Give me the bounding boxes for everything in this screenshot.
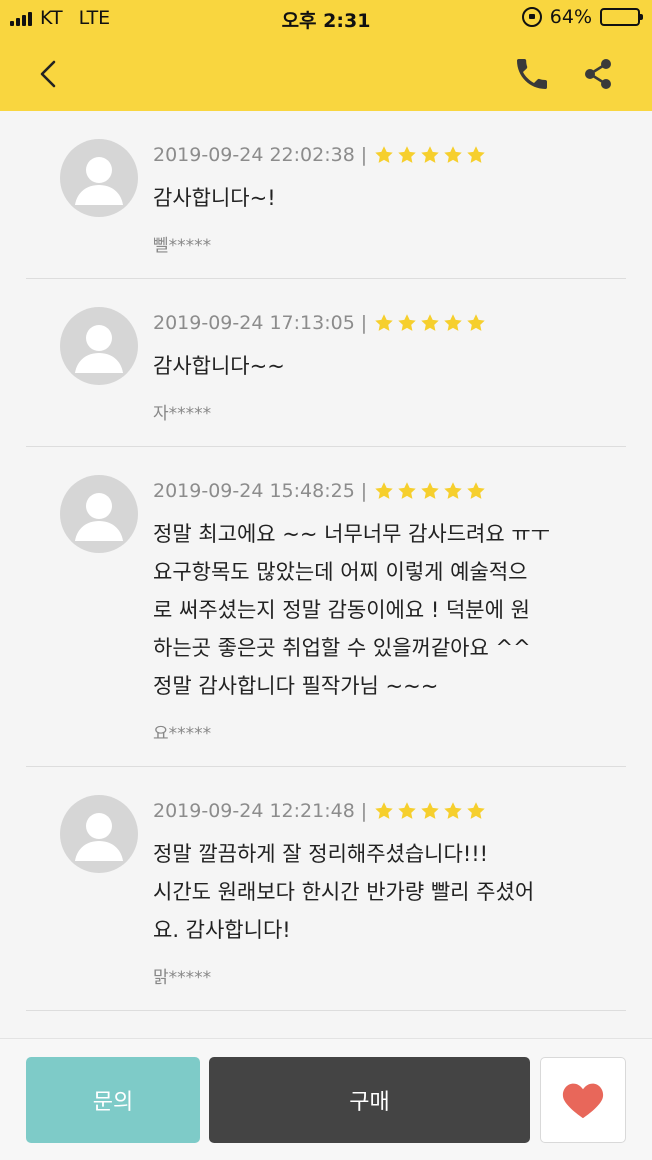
star-rating bbox=[373, 144, 487, 166]
review-item: 2019-09-24 12:21:48 | 정말 깔끔하게 잘 정리해주셨습니다!!… bbox=[26, 767, 626, 1011]
review-author: 자***** bbox=[153, 404, 212, 424]
review-text: 감사합니다~~ bbox=[153, 354, 285, 378]
review-item: 2019-09-24 22:02:38 | 감사합니다~! 뻴***** bbox=[26, 111, 626, 279]
star-icon bbox=[467, 314, 485, 331]
review-list: 2019-09-24 22:02:38 | 감사합니다~! 뻴***** 2019-09… bbox=[0, 111, 652, 1011]
chevron-left-icon bbox=[40, 60, 56, 88]
star-rating bbox=[373, 480, 487, 502]
meta-separator: | bbox=[360, 480, 368, 502]
user-placeholder-icon bbox=[75, 157, 123, 205]
app-bar bbox=[0, 36, 652, 111]
star-icon bbox=[398, 802, 416, 819]
share-icon bbox=[585, 59, 611, 89]
review-text: 정말 최고에요 ~~ 너무너무 감사드려요 ㅠㅜ 요구항목도 많았는데 어찌 이… bbox=[153, 522, 551, 698]
review-author: 맑***** bbox=[153, 968, 212, 988]
review-author: 요***** bbox=[153, 724, 212, 744]
star-icon bbox=[375, 146, 393, 163]
back-button[interactable] bbox=[30, 54, 70, 94]
inquiry-button[interactable]: 문의 bbox=[26, 1057, 200, 1143]
user-placeholder-icon bbox=[75, 813, 123, 861]
avatar bbox=[60, 307, 138, 385]
star-icon bbox=[444, 146, 462, 163]
star-icon bbox=[467, 802, 485, 819]
review-text: 정말 깔끔하게 잘 정리해주셨습니다!!! 시간도 원래보다 한시간 반가량 빨… bbox=[153, 842, 535, 942]
star-icon bbox=[444, 482, 462, 499]
review-datetime: 2019-09-24 22:02:38 bbox=[153, 144, 355, 166]
star-icon bbox=[421, 482, 439, 499]
rotation-lock-icon bbox=[521, 7, 542, 27]
avatar bbox=[60, 139, 138, 217]
battery-icon bbox=[600, 8, 643, 26]
star-icon bbox=[444, 802, 462, 819]
review-item: 2019-09-24 17:13:05 | 감사합니다~~ 자***** bbox=[26, 279, 626, 447]
review-item: 2019-09-24 15:48:25 | 정말 최고에요 ~~ 너무너무 감사드려… bbox=[26, 447, 626, 767]
star-icon bbox=[398, 314, 416, 331]
avatar bbox=[60, 795, 138, 873]
user-placeholder-icon bbox=[75, 493, 123, 541]
call-button[interactable] bbox=[512, 54, 552, 94]
review-text: 감사합니다~! bbox=[153, 186, 276, 210]
share-button[interactable] bbox=[580, 54, 616, 94]
star-icon bbox=[398, 146, 416, 163]
heart-icon bbox=[562, 1083, 604, 1119]
star-icon bbox=[398, 482, 416, 499]
star-rating bbox=[373, 312, 487, 334]
meta-separator: | bbox=[360, 144, 368, 166]
star-icon bbox=[421, 314, 439, 331]
star-icon bbox=[467, 146, 485, 163]
star-icon bbox=[375, 314, 393, 331]
buy-button-label: 구매 bbox=[349, 1090, 390, 1115]
buy-button[interactable]: 구매 bbox=[209, 1057, 530, 1143]
star-icon bbox=[421, 802, 439, 819]
review-datetime: 2019-09-24 17:13:05 bbox=[153, 312, 355, 334]
star-icon bbox=[421, 146, 439, 163]
user-placeholder-icon bbox=[75, 325, 123, 373]
star-icon bbox=[375, 482, 393, 499]
status-bar: KT LTE 오후 2:31 64% bbox=[0, 0, 652, 36]
star-icon bbox=[467, 482, 485, 499]
review-author: 뻴***** bbox=[153, 236, 212, 256]
avatar bbox=[60, 475, 138, 553]
review-datetime: 2019-09-24 15:48:25 bbox=[153, 480, 355, 502]
battery-percent: 64% bbox=[549, 6, 592, 28]
phone-icon bbox=[517, 59, 547, 89]
star-icon bbox=[375, 802, 393, 819]
meta-separator: | bbox=[360, 800, 368, 822]
review-datetime: 2019-09-24 12:21:48 bbox=[153, 800, 355, 822]
meta-separator: | bbox=[360, 312, 368, 334]
star-rating bbox=[373, 800, 487, 822]
inquiry-button-label: 문의 bbox=[92, 1090, 134, 1115]
like-button[interactable] bbox=[540, 1057, 626, 1143]
star-icon bbox=[444, 314, 462, 331]
bottom-action-bar: 문의 구매 bbox=[0, 1038, 652, 1160]
